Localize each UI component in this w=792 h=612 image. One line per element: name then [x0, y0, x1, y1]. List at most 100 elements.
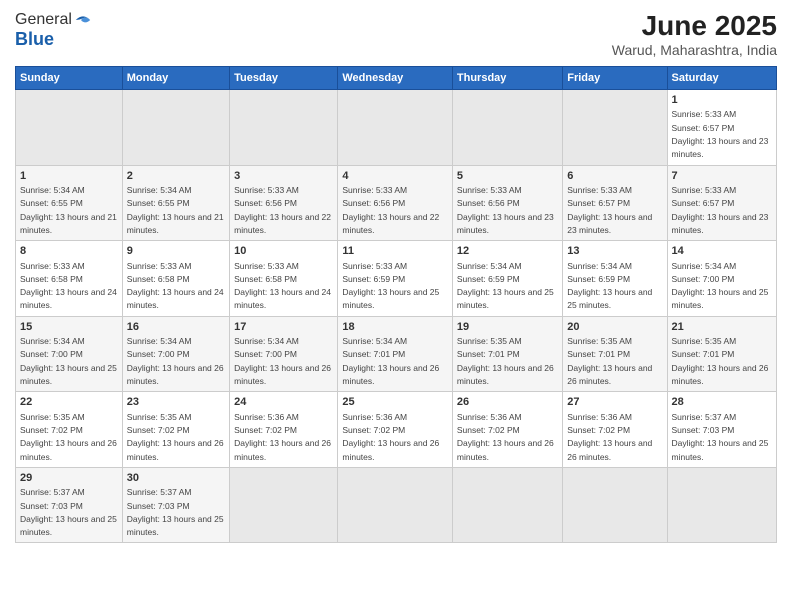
daylight: Daylight: 13 hours and 26 minutes.	[567, 438, 652, 461]
day-number: 27	[567, 395, 662, 410]
daylight: Daylight: 13 hours and 26 minutes.	[342, 438, 439, 461]
logo-icon	[74, 11, 92, 29]
sunrise: Sunrise: 5:33 AM	[567, 185, 632, 195]
logo-blue: Blue	[15, 29, 54, 49]
calendar-cell: 15Sunrise: 5:34 AMSunset: 7:00 PMDayligh…	[16, 316, 123, 392]
calendar-row: 1Sunrise: 5:33 AMSunset: 6:57 PMDaylight…	[16, 90, 777, 166]
calendar-cell: 1Sunrise: 5:33 AMSunset: 6:57 PMDaylight…	[667, 90, 776, 166]
daylight: Daylight: 13 hours and 25 minutes.	[672, 287, 769, 310]
calendar-cell: 30Sunrise: 5:37 AMSunset: 7:03 PMDayligh…	[122, 467, 229, 543]
daylight: Daylight: 13 hours and 21 minutes.	[20, 212, 117, 235]
sunrise: Sunrise: 5:35 AM	[20, 412, 85, 422]
sunset: Sunset: 7:01 PM	[672, 349, 735, 359]
day-number: 12	[457, 244, 558, 259]
calendar-cell: 1Sunrise: 5:34 AM Sunset: 6:55 PM Daylight…	[16, 165, 123, 241]
day-number: 30	[127, 471, 225, 486]
day-number: 13	[567, 244, 662, 259]
day-number: 8	[20, 244, 118, 259]
sunrise: Sunrise: 5:33 AM	[672, 109, 737, 119]
sunset: Sunset: 6:58 PM	[20, 274, 83, 284]
daylight: Daylight: 13 hours and 26 minutes.	[127, 438, 224, 461]
sunrise: Sunrise: 5:34 AM	[342, 336, 407, 346]
day-number: 17	[234, 320, 333, 335]
logo: General Blue	[15, 10, 92, 51]
daylight: Daylight: 13 hours and 26 minutes.	[342, 363, 439, 386]
sunset: Sunset: 6:57 PM	[672, 123, 735, 133]
col-tuesday: Tuesday	[230, 67, 338, 90]
calendar-row: 8 Sunrise: 5:33 AM Sunset: 6:58 PM Daylight…	[16, 241, 777, 317]
daylight: Daylight: 13 hours and 21 minutes.	[127, 212, 224, 235]
calendar-cell: 24Sunrise: 5:36 AMSunset: 7:02 PMDayligh…	[230, 392, 338, 468]
daylight: Daylight: 13 hours and 25 minutes.	[457, 287, 554, 310]
daylight: Daylight: 13 hours and 26 minutes.	[457, 438, 554, 461]
sunrise: Sunrise: 5:33 AM	[127, 261, 192, 271]
sunset: Sunset: 6:55 PM	[127, 198, 190, 208]
daylight: Daylight: 13 hours and 25 minutes.	[567, 287, 652, 310]
sunset: Sunset: 6:59 PM	[567, 274, 630, 284]
sunset: Sunset: 6:55 PM	[20, 198, 83, 208]
calendar-cell	[230, 467, 338, 543]
day-number: 24	[234, 395, 333, 410]
sunset: Sunset: 7:01 PM	[567, 349, 630, 359]
day-number: 25	[342, 395, 448, 410]
daylight: Daylight: 13 hours and 24 minutes.	[234, 287, 331, 310]
daylight: Daylight: 13 hours and 25 minutes.	[20, 363, 117, 386]
calendar-row: 29Sunrise: 5:37 AMSunset: 7:03 PMDayligh…	[16, 467, 777, 543]
calendar-cell: 10Sunrise: 5:33 AMSunset: 6:58 PMDayligh…	[230, 241, 338, 317]
day-number: 11	[342, 244, 448, 259]
day-number: 3	[234, 169, 333, 184]
logo-general: General	[15, 10, 72, 29]
daylight: Daylight: 13 hours and 25 minutes.	[20, 514, 117, 537]
calendar-cell: 14Sunrise: 5:34 AMSunset: 7:00 PMDayligh…	[667, 241, 776, 317]
col-thursday: Thursday	[452, 67, 562, 90]
day-number: 21	[672, 320, 772, 335]
day-number: 14	[672, 244, 772, 259]
calendar-cell: 23Sunrise: 5:35 AMSunset: 7:02 PMDayligh…	[122, 392, 229, 468]
daylight: Daylight: 13 hours and 22 minutes.	[234, 212, 331, 235]
calendar-cell: 7Sunrise: 5:33 AMSunset: 6:57 PMDaylight…	[667, 165, 776, 241]
day-number: 16	[127, 320, 225, 335]
calendar-cell: 12Sunrise: 5:34 AMSunset: 6:59 PMDayligh…	[452, 241, 562, 317]
sunrise: Sunrise: 5:34 AM	[127, 336, 192, 346]
title-block: June 2025 Warud, Maharashtra, India	[612, 10, 777, 58]
day-number: 2	[127, 169, 225, 184]
calendar-cell: 2Sunrise: 5:34 AMSunset: 6:55 PMDaylight…	[122, 165, 229, 241]
sunrise: Sunrise: 5:34 AM	[20, 185, 85, 195]
calendar-cell	[122, 90, 229, 166]
calendar-cell: 8Sunrise: 5:33 AMSunset: 6:58 PMDaylight…	[16, 241, 123, 317]
col-wednesday: Wednesday	[338, 67, 453, 90]
sunset: Sunset: 7:03 PM	[127, 501, 190, 511]
sunset: Sunset: 7:03 PM	[20, 501, 83, 511]
day-number: 28	[672, 395, 772, 410]
sunrise: Sunrise: 5:35 AM	[672, 336, 737, 346]
sunrise: Sunrise: 5:36 AM	[567, 412, 632, 422]
day-number: 5	[457, 169, 558, 184]
calendar-cell	[16, 90, 123, 166]
sunset: Sunset: 6:59 PM	[342, 274, 405, 284]
sunset: Sunset: 6:56 PM	[234, 198, 297, 208]
calendar-cell: 18Sunrise: 5:34 AMSunset: 7:01 PMDayligh…	[338, 316, 453, 392]
day-number: 1	[20, 169, 118, 184]
calendar-cell	[338, 90, 453, 166]
daylight: Daylight: 13 hours and 23 minutes.	[457, 212, 554, 235]
day-number: 7	[672, 169, 772, 184]
daylight: Daylight: 13 hours and 25 minutes.	[672, 438, 769, 461]
calendar-table: Sunday Monday Tuesday Wednesday Thursday…	[15, 66, 777, 543]
col-sunday: Sunday	[16, 67, 123, 90]
sunset: Sunset: 6:59 PM	[457, 274, 520, 284]
daylight: Daylight: 13 hours and 22 minutes.	[342, 212, 439, 235]
calendar-cell	[338, 467, 453, 543]
day-number: 20	[567, 320, 662, 335]
daylight: Daylight: 13 hours and 26 minutes.	[672, 363, 769, 386]
sunrise: Sunrise: 5:36 AM	[342, 412, 407, 422]
calendar-cell: 3Sunrise: 5:33 AMSunset: 6:56 PMDaylight…	[230, 165, 338, 241]
sunrise: Sunrise: 5:34 AM	[567, 261, 632, 271]
sunset: Sunset: 7:00 PM	[672, 274, 735, 284]
calendar-cell: 28Sunrise: 5:37 AMSunset: 7:03 PMDayligh…	[667, 392, 776, 468]
calendar-cell: 4Sunrise: 5:33 AMSunset: 6:56 PMDaylight…	[338, 165, 453, 241]
sunrise: Sunrise: 5:33 AM	[20, 261, 85, 271]
sunset: Sunset: 7:03 PM	[672, 425, 735, 435]
sunrise: Sunrise: 5:33 AM	[234, 261, 299, 271]
calendar-row: 1Sunrise: 5:34 AM Sunset: 6:55 PM Daylight…	[16, 165, 777, 241]
sunrise: Sunrise: 5:33 AM	[672, 185, 737, 195]
